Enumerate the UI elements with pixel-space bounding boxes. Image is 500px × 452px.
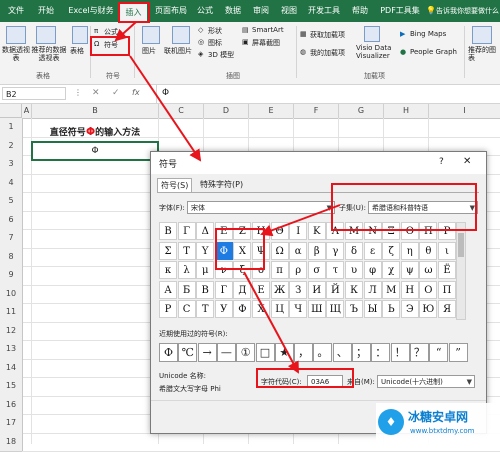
arrow-to-phi	[262, 205, 340, 234]
watermark-brand: 冰糖安卓网	[408, 408, 468, 425]
arrow-to-symbol-button	[116, 22, 136, 40]
watermark: ♦ 冰糖安卓网 www.btxtdmy.com	[376, 403, 500, 444]
arrow-overlay	[0, 0, 500, 444]
watermark-url: www.btxtdmy.com	[410, 427, 474, 435]
watermark-logo-icon: ♦	[378, 409, 404, 435]
arrow-to-dialog	[130, 56, 200, 160]
arrow-to-char-code	[244, 272, 298, 372]
